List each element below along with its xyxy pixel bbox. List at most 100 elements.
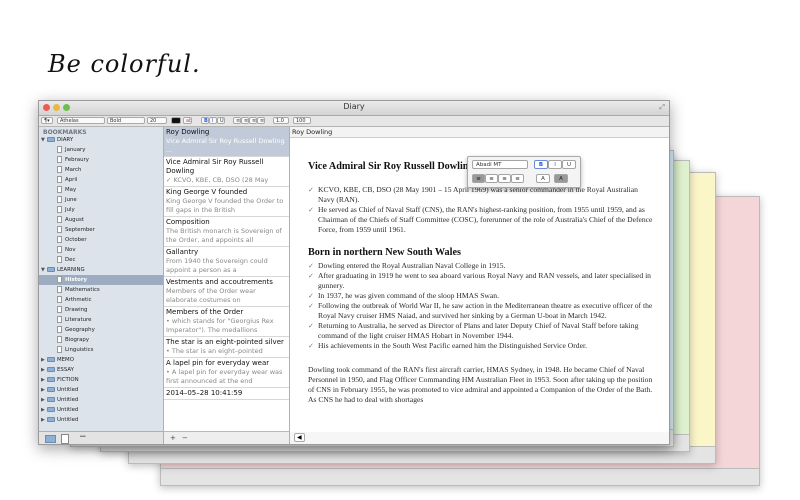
- fullscreen-icon[interactable]: ⤢: [659, 103, 665, 112]
- font-family-select[interactable]: Athelas: [57, 117, 105, 124]
- sidebar-item[interactable]: ▼ DIARY: [39, 135, 163, 145]
- sidebar-item[interactable]: ▶ FICTION: [39, 375, 163, 385]
- bold-button[interactable]: B: [201, 117, 209, 124]
- note-title: Vestments and accoutrements: [166, 278, 273, 286]
- note-snippet: Vice Admiral Sir Roy Russell Dowling ...: [166, 137, 285, 154]
- checkmark-icon[interactable]: ✓: [308, 341, 318, 351]
- checklist-text: KCVO, KBE, CB, DSO (28 May 1901 – 15 Apr…: [318, 185, 638, 204]
- align-justify-button[interactable]: ≡: [257, 117, 265, 124]
- checkmark-icon[interactable]: ✓: [308, 301, 318, 321]
- sidebar-item[interactable]: Arthmetic: [39, 295, 163, 305]
- note-list-item[interactable]: Members of the Order • which stands for "…: [164, 307, 289, 337]
- sidebar-item[interactable]: Biograpy: [39, 335, 163, 345]
- popup-bold-button[interactable]: B: [534, 160, 548, 169]
- popup-text-color-button[interactable]: A: [536, 174, 550, 183]
- align-right-button[interactable]: ≡: [249, 117, 257, 124]
- style-menu-button[interactable]: ¶▾: [41, 117, 53, 124]
- editor-body[interactable]: Vice Admiral Sir Roy Russell Dowling ✓ KC…: [308, 161, 653, 405]
- checkmark-icon[interactable]: ✓: [308, 271, 318, 291]
- folder-icon: [47, 357, 55, 362]
- notes-bottom-bar: + −: [164, 431, 289, 444]
- sidebar-item[interactable]: ▶ Untitled: [39, 395, 163, 405]
- sidebar-item[interactable]: Literature: [39, 315, 163, 325]
- font-weight-select[interactable]: Bold: [107, 117, 145, 124]
- popup-align-justify-icon[interactable]: ≡: [511, 174, 524, 183]
- new-folder-icon[interactable]: [45, 435, 56, 443]
- sidebar-item[interactable]: Febraury: [39, 155, 163, 165]
- delete-note-button[interactable]: −: [182, 432, 188, 444]
- sidebar-item[interactable]: July: [39, 205, 163, 215]
- document-icon: [57, 256, 62, 263]
- checkmark-icon[interactable]: ✓: [308, 185, 318, 205]
- back-arrow-button[interactable]: ◀: [294, 433, 305, 442]
- checklist-item: ✓ His achievements in the South West Paci…: [308, 341, 653, 351]
- sidebar-item[interactable]: January: [39, 145, 163, 155]
- sidebar-item[interactable]: August: [39, 215, 163, 225]
- popup-underline-button[interactable]: U: [562, 160, 576, 169]
- document-icon: [57, 176, 62, 183]
- checkmark-icon[interactable]: ✓: [308, 261, 318, 271]
- sidebar-item[interactable]: Mathematics: [39, 285, 163, 295]
- align-left-button[interactable]: ≡: [233, 117, 241, 124]
- checkmark-icon[interactable]: ✓: [308, 205, 318, 235]
- font-size-select[interactable]: 20: [147, 117, 167, 124]
- add-note-button[interactable]: +: [170, 432, 176, 444]
- text-color-swatch[interactable]: [171, 117, 181, 124]
- document-icon: [57, 306, 62, 313]
- underline-button[interactable]: U: [217, 117, 225, 124]
- sidebar-item[interactable]: June: [39, 195, 163, 205]
- zoom-select[interactable]: 100: [293, 117, 311, 124]
- sidebar-item[interactable]: Dec: [39, 255, 163, 265]
- popup-highlight-button[interactable]: A: [554, 174, 568, 183]
- sidebar-item[interactable]: ▶ ESSAY: [39, 365, 163, 375]
- sidebar-item[interactable]: Geography: [39, 325, 163, 335]
- format-popup: Abadi MT B I U ≡ ≡ ≡ ≡ A A: [467, 156, 581, 188]
- note-list-item[interactable]: A lapel pin for everyday wear • A lapel p…: [164, 358, 289, 388]
- document-icon: [57, 166, 62, 173]
- popup-align-center-icon[interactable]: ≡: [485, 174, 498, 183]
- note-title: Members of the Order: [166, 308, 244, 316]
- sidebar-item[interactable]: Drawing: [39, 305, 163, 315]
- note-list-item[interactable]: 2014–05–28 10:41:59: [164, 388, 289, 400]
- checkmark-icon[interactable]: ✓: [308, 291, 318, 301]
- sidebar-item[interactable]: History: [39, 275, 163, 285]
- sidebar-item[interactable]: ▶ Untitled: [39, 415, 163, 425]
- line-spacing-select[interactable]: 1.0: [273, 117, 289, 124]
- folder-icon: [47, 417, 55, 422]
- highlight-color-button[interactable]: ab: [183, 117, 192, 124]
- sidebar-item[interactable]: ▶ Untitled: [39, 385, 163, 395]
- note-snippet: King George V founded the Order to fill …: [166, 197, 284, 214]
- note-list-item[interactable]: Vice Admiral Sir Roy Russell Dowling ✓ KC…: [164, 157, 289, 187]
- note-list-item[interactable]: The star is an eight-pointed silver • The…: [164, 337, 289, 358]
- sidebar-item[interactable]: ▼ LEARNING: [39, 265, 163, 275]
- note-title: King George V founded: [166, 188, 248, 196]
- italic-button[interactable]: I: [209, 117, 217, 124]
- sidebar-item[interactable]: April: [39, 175, 163, 185]
- sidebar-item[interactable]: Nov: [39, 245, 163, 255]
- checkmark-icon[interactable]: ✓: [308, 321, 318, 341]
- note-list-item[interactable]: Vestments and accoutrements Members of th…: [164, 277, 289, 307]
- sidebar-item-label: April: [65, 177, 78, 183]
- sidebar-item[interactable]: ▶ MEMO: [39, 355, 163, 365]
- popup-italic-button[interactable]: I: [548, 160, 562, 169]
- new-document-icon[interactable]: [61, 434, 69, 444]
- sidebar-item[interactable]: March: [39, 165, 163, 175]
- document-icon: [57, 346, 62, 353]
- checklist-text: Following the outbreak of World War II, …: [318, 301, 653, 320]
- note-list-item[interactable]: Roy Dowling Vice Admiral Sir Roy Russell …: [164, 127, 289, 157]
- remove-button[interactable]: −: [79, 432, 87, 442]
- note-title-field[interactable]: Roy Dowling: [290, 127, 669, 138]
- note-list-item[interactable]: Gallantry From 1940 the Sovereign could a…: [164, 247, 289, 277]
- sidebar-item[interactable]: ▶ Untitled: [39, 405, 163, 415]
- sidebar-item-label: Nov: [65, 247, 76, 253]
- sidebar-item[interactable]: October: [39, 235, 163, 245]
- sidebar-item[interactable]: May: [39, 185, 163, 195]
- note-list-item[interactable]: King George V founded King George V found…: [164, 187, 289, 217]
- popup-font-select[interactable]: Abadi MT: [472, 160, 528, 169]
- popup-align-right-icon[interactable]: ≡: [498, 174, 511, 183]
- note-list-item[interactable]: Composition The British monarch is Sovere…: [164, 217, 289, 247]
- sidebar-item[interactable]: September: [39, 225, 163, 235]
- popup-align-left-icon[interactable]: ≡: [472, 174, 485, 183]
- align-center-button[interactable]: ≡: [241, 117, 249, 124]
- sidebar-item[interactable]: Linguistics: [39, 345, 163, 355]
